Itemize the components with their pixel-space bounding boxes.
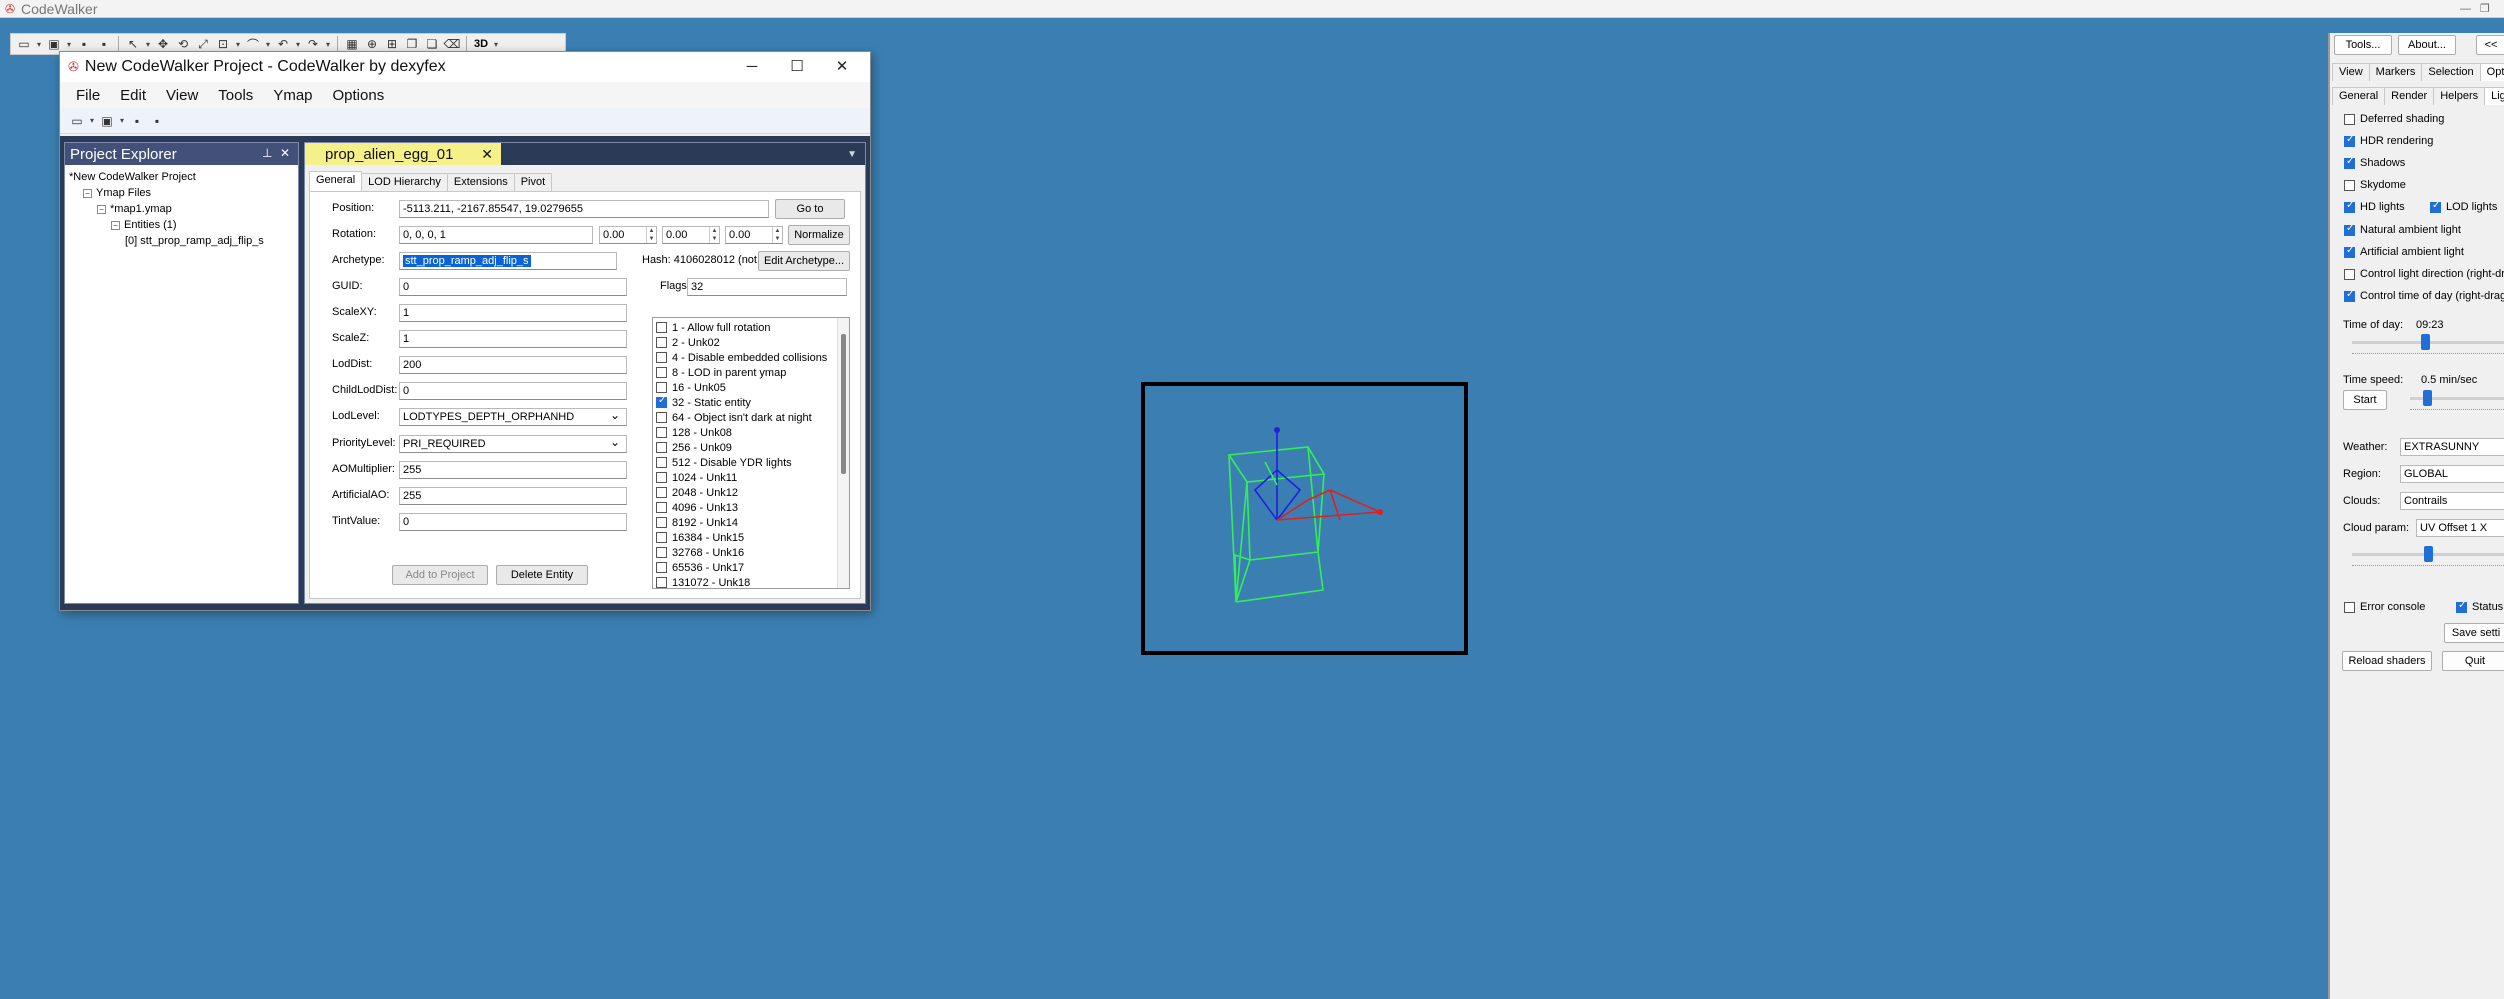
option-checkbox[interactable]: Control time of day (right-drag — [2344, 289, 2504, 302]
transform-gizmo[interactable] — [1253, 427, 1383, 521]
option-label: Control light direction (right-dr — [2360, 268, 2504, 280]
cloud-param-slider[interactable] — [2424, 546, 2433, 562]
gizmo-blue-axis[interactable] — [1253, 430, 1302, 521]
option-label: Artificial ambient light — [2360, 246, 2464, 258]
option-label: Control time of day (right-drag — [2360, 290, 2504, 302]
start-time-button[interactable]: Start — [2343, 390, 2387, 410]
option-check-icon — [2344, 113, 2355, 125]
option-label: Natural ambient light — [2360, 224, 2461, 236]
status-checkbox[interactable]: Status — [2456, 600, 2504, 613]
side-tab-selection[interactable]: Selection — [2421, 63, 2481, 81]
time-of-day-slider[interactable] — [2420, 334, 2430, 350]
lod-lights-checkbox[interactable]: LOD lights — [2430, 200, 2498, 213]
option-check-icon — [2344, 179, 2355, 191]
option-check-icon — [2344, 156, 2355, 169]
option-check-icon — [2344, 245, 2355, 258]
option-checkbox[interactable]: Natural ambient light — [2344, 223, 2461, 236]
time-of-day-label: Time of day: — [2343, 319, 2404, 331]
clouds-label: Clouds: — [2343, 495, 2381, 507]
time-speed-slider[interactable] — [2422, 390, 2432, 406]
save-settings-button[interactable]: Save setti — [2444, 623, 2504, 643]
time-of-day-value: 09:23 — [2416, 319, 2444, 331]
side-tab-render[interactable]: Render — [2384, 87, 2435, 105]
quit-button[interactable]: Quit — [2442, 651, 2504, 671]
option-label: Shadows — [2360, 157, 2406, 169]
option-checkbox[interactable]: HD lights — [2344, 200, 2405, 213]
option-check-icon — [2344, 200, 2355, 213]
option-label: Skydome — [2360, 179, 2406, 191]
about-button[interactable]: About... — [2398, 35, 2456, 55]
side-tab-markers[interactable]: Markers — [2368, 63, 2423, 81]
option-checkbox[interactable]: Shadows — [2344, 156, 2406, 169]
gizmo-red-axis[interactable] — [1276, 489, 1381, 521]
reload-shaders-button[interactable]: Reload shaders — [2342, 651, 2432, 671]
side-tab-view[interactable]: View — [2332, 63, 2370, 81]
region-label: Region: — [2343, 468, 2381, 480]
option-checkbox[interactable]: Control light direction (right-dr — [2344, 268, 2504, 280]
error-console-checkbox[interactable]: Error console — [2344, 601, 2425, 613]
weather-select[interactable]: EXTRASUNNY — [2400, 438, 2504, 456]
cloud-param-select[interactable]: UV Offset 1 X — [2416, 519, 2504, 537]
lod-lights-label: LOD lights — [2446, 201, 2498, 213]
status-label: Status — [2472, 601, 2504, 613]
side-tab-general[interactable]: General — [2332, 87, 2386, 105]
option-check-icon — [2344, 268, 2355, 280]
time-speed-label: Time speed: — [2343, 374, 2404, 386]
option-check-icon — [2344, 223, 2355, 236]
clouds-select[interactable]: Contrails — [2400, 492, 2504, 510]
options-side-panel: Tools... About... << View Markers Selectio… — [2328, 33, 2504, 999]
time-speed-value: 0.5 min/sec — [2421, 374, 2478, 386]
side-option-tabs: GeneralRenderHelpersLigh — [2332, 87, 2504, 105]
cloud-param-ticks — [2352, 565, 2504, 568]
option-check-icon — [2344, 134, 2355, 147]
option-label: Deferred shading — [2360, 113, 2445, 125]
status-check-icon — [2456, 600, 2467, 613]
option-check-icon — [2344, 289, 2355, 302]
time-of-day-ticks — [2352, 353, 2504, 356]
option-label: HD lights — [2360, 201, 2405, 213]
error-console-check-icon — [2344, 601, 2355, 613]
option-checkbox[interactable]: Artificial ambient light — [2344, 245, 2464, 258]
viewport-overlay — [1227, 427, 1383, 603]
option-checkbox[interactable]: HDR rendering — [2344, 134, 2434, 147]
option-checkbox[interactable]: Deferred shading — [2344, 113, 2444, 125]
time-speed-ticks — [2410, 409, 2504, 412]
region-select[interactable]: GLOBAL — [2400, 465, 2504, 483]
gizmo-red-handle[interactable] — [1377, 509, 1383, 515]
side-main-tabs: View Markers Selection Opt — [2332, 63, 2504, 81]
side-tab-ligh[interactable]: Ligh — [2484, 87, 2504, 105]
cloud-param-label: Cloud param: — [2343, 522, 2410, 534]
lod-lights-check-icon — [2430, 200, 2441, 213]
side-tab-opt[interactable]: Opt — [2479, 63, 2504, 81]
error-console-label: Error console — [2360, 601, 2426, 613]
option-label: HDR rendering — [2360, 135, 2434, 147]
collapse-panel-button[interactable]: << — [2476, 35, 2504, 55]
side-tab-helpers[interactable]: Helpers — [2433, 87, 2486, 105]
gizmo-blue-handle[interactable] — [1274, 427, 1280, 433]
tools-button[interactable]: Tools... — [2334, 35, 2392, 55]
weather-label: Weather: — [2343, 441, 2388, 453]
option-checkbox[interactable]: Skydome — [2344, 179, 2406, 191]
gizmo-green-axis[interactable] — [1264, 461, 1278, 486]
